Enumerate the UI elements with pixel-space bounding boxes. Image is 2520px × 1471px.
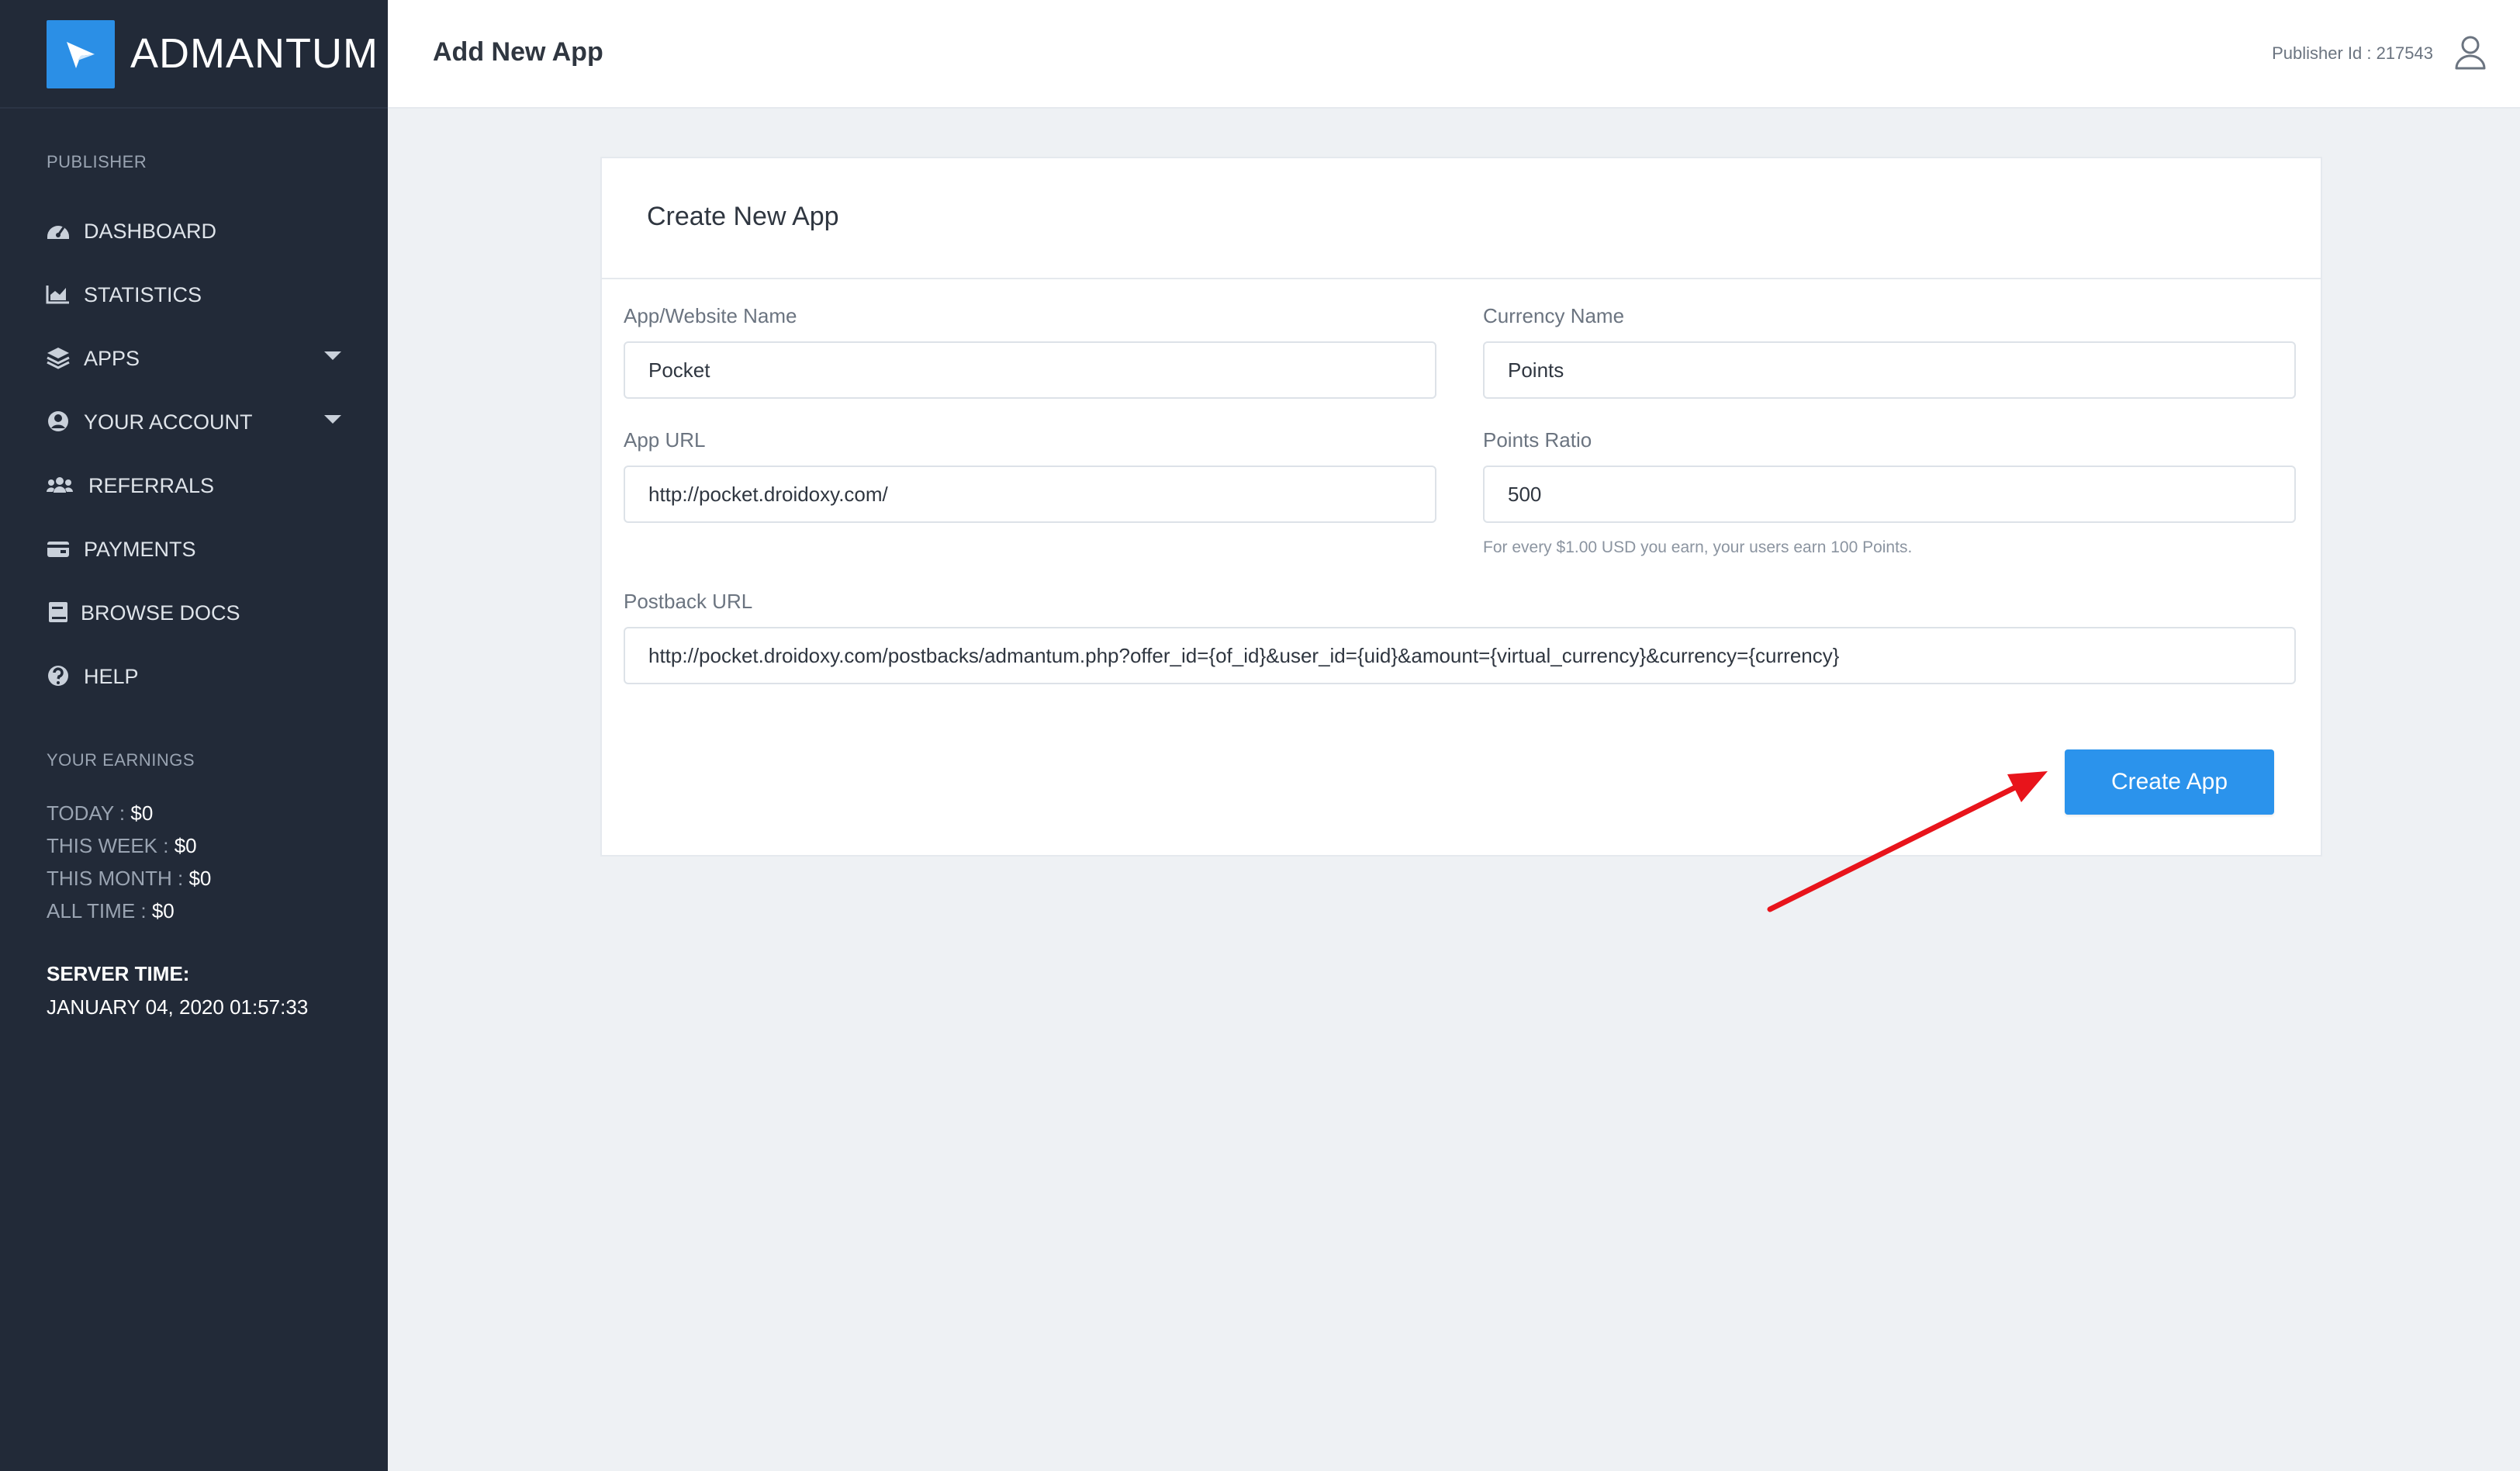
earnings-all-time: ALL TIME : $0 bbox=[47, 898, 175, 923]
section-label-earnings: YOUR EARNINGS bbox=[47, 750, 195, 770]
create-app-card: Create New App App/Website Name Currency… bbox=[600, 157, 2322, 857]
sidebar-item-apps[interactable]: APPS bbox=[0, 331, 388, 385]
earnings-label: ALL TIME : bbox=[47, 899, 152, 922]
points-ratio-input[interactable] bbox=[1483, 466, 2296, 523]
sidebar-item-label: DASHBOARD bbox=[84, 220, 217, 243]
earnings-value: $0 bbox=[151, 899, 175, 922]
earnings-this-week: THIS WEEK : $0 bbox=[47, 833, 197, 858]
app-url-label: App URL bbox=[624, 428, 706, 452]
server-time-value: JANUARY 04, 2020 01:57:33 bbox=[47, 995, 309, 1019]
sidebar-item-label: PAYMENTS bbox=[84, 538, 196, 561]
earnings-value: $0 bbox=[130, 801, 154, 825]
sidebar-item-label: APPS bbox=[84, 347, 140, 370]
create-app-button[interactable]: Create App bbox=[2065, 749, 2274, 815]
card-title: Create New App bbox=[647, 202, 839, 231]
top-bar: Add New App Publisher Id : 217543 bbox=[388, 0, 2520, 109]
wallet-icon bbox=[45, 536, 71, 561]
paper-plane-icon bbox=[47, 20, 115, 88]
earnings-today: TODAY : $0 bbox=[47, 801, 153, 825]
user-icon[interactable] bbox=[2453, 34, 2487, 71]
brand[interactable]: ADMANTUM bbox=[0, 0, 388, 109]
book-icon bbox=[45, 600, 71, 625]
sidebar-item-your-account[interactable]: YOUR ACCOUNT bbox=[0, 394, 388, 448]
points-ratio-help: For every $1.00 USD you earn, your users… bbox=[1483, 538, 1913, 556]
chevron-down-icon bbox=[324, 415, 341, 424]
postback-url-label: Postback URL bbox=[624, 590, 753, 613]
sidebar-item-browse-docs[interactable]: BROWSE DOCS bbox=[0, 585, 388, 639]
sidebar-item-help[interactable]: HELP bbox=[0, 649, 388, 703]
earnings-value: $0 bbox=[188, 867, 212, 890]
sidebar-item-label: REFERRALS bbox=[88, 474, 215, 497]
dashboard-icon bbox=[45, 218, 71, 243]
sidebar: ADMANTUM PUBLISHER DASHBOARD STATISTICS … bbox=[0, 0, 388, 1471]
earnings-label: THIS MONTH : bbox=[47, 867, 189, 890]
postback-url-input[interactable] bbox=[624, 627, 2296, 684]
earnings-label: THIS WEEK : bbox=[47, 834, 175, 857]
currency-name-input[interactable] bbox=[1483, 341, 2296, 399]
chart-icon bbox=[45, 282, 71, 306]
chevron-down-icon bbox=[324, 351, 341, 360]
sidebar-item-label: BROWSE DOCS bbox=[81, 601, 240, 625]
publisher-id: Publisher Id : 217543 bbox=[2272, 43, 2433, 63]
sidebar-item-label: YOUR ACCOUNT bbox=[84, 410, 253, 434]
question-icon bbox=[45, 663, 71, 688]
app-url-input[interactable] bbox=[624, 466, 1436, 523]
points-ratio-label: Points Ratio bbox=[1483, 428, 1592, 452]
currency-name-label: Currency Name bbox=[1483, 304, 1625, 327]
sidebar-item-dashboard[interactable]: DASHBOARD bbox=[0, 203, 388, 258]
sidebar-item-payments[interactable]: PAYMENTS bbox=[0, 521, 388, 576]
layers-icon bbox=[45, 345, 71, 370]
earnings-value: $0 bbox=[174, 834, 197, 857]
sidebar-item-statistics[interactable]: STATISTICS bbox=[0, 267, 388, 321]
section-label-publisher: PUBLISHER bbox=[47, 152, 147, 171]
sidebar-item-referrals[interactable]: REFERRALS bbox=[0, 458, 388, 512]
earnings-this-month: THIS MONTH : $0 bbox=[47, 866, 211, 891]
sidebar-item-label: HELP bbox=[84, 665, 139, 688]
card-header: Create New App bbox=[602, 158, 2321, 279]
earnings-label: TODAY : bbox=[47, 801, 131, 825]
app-name-label: App/Website Name bbox=[624, 304, 797, 327]
server-time-label: SERVER TIME: bbox=[47, 962, 190, 985]
user-circle-icon bbox=[45, 409, 71, 434]
sidebar-item-label: STATISTICS bbox=[84, 283, 202, 306]
brand-name: ADMANTUM bbox=[130, 30, 379, 77]
users-icon bbox=[45, 472, 73, 497]
app-name-input[interactable] bbox=[624, 341, 1436, 399]
page-title: Add New App bbox=[433, 37, 603, 67]
